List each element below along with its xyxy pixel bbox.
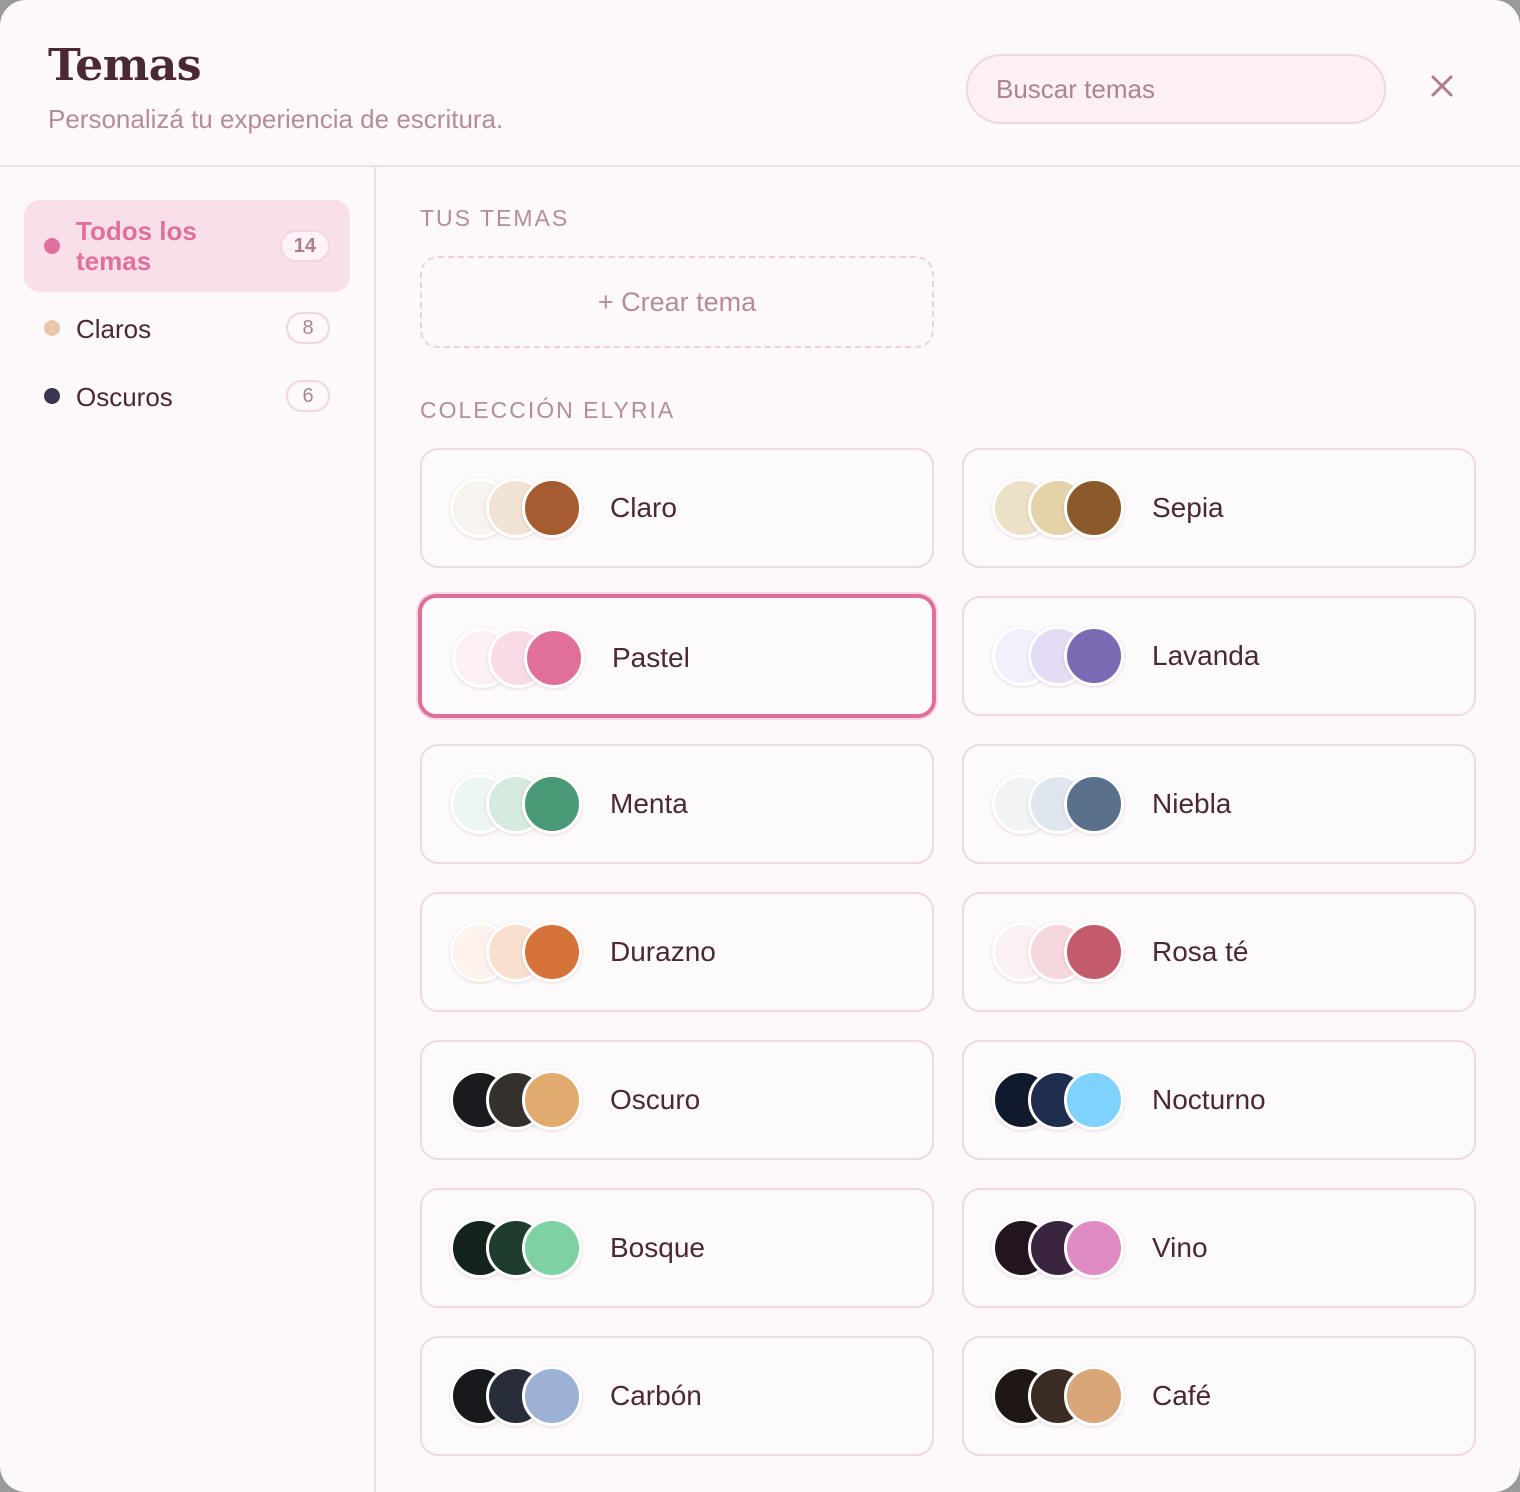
theme-name: Sepia: [1152, 492, 1224, 523]
swatch: [1064, 774, 1124, 834]
theme-name: Café: [1152, 1380, 1212, 1411]
color-swatches: [992, 922, 1132, 982]
swatch: [522, 1366, 582, 1426]
theme-name: Niebla: [1152, 788, 1232, 819]
swatch: [1064, 1070, 1124, 1130]
swatch: [1064, 626, 1124, 686]
close-icon: [1431, 75, 1453, 97]
color-swatches: [450, 1070, 590, 1130]
theme-name: Rosa té: [1152, 936, 1249, 967]
swatch: [522, 1218, 582, 1278]
theme-card[interactable]: Rosa té: [962, 892, 1476, 1012]
swatch: [1064, 1366, 1124, 1426]
page-subtitle: Personalizá tu experiencia de escritura.: [48, 104, 504, 134]
theme-name: Pastel: [612, 642, 690, 673]
theme-card[interactable]: Oscuro: [420, 1040, 934, 1160]
section-collection: COLECCIÓN ELYRIA: [420, 397, 676, 423]
theme-card[interactable]: Pastel: [418, 594, 936, 718]
theme-card[interactable]: Sepia: [962, 448, 1476, 568]
sidebar: Todos los temas 14 Claros 8 Oscuros 6: [0, 167, 376, 1492]
theme-card[interactable]: Claro: [420, 448, 934, 568]
color-swatches: [992, 1070, 1132, 1130]
theme-name: Claro: [610, 492, 677, 523]
theme-name: Durazno: [610, 936, 716, 967]
color-swatches: [992, 478, 1132, 538]
theme-card[interactable]: Café: [962, 1336, 1476, 1456]
count-badge: 14: [279, 230, 330, 262]
theme-name: Nocturno: [1152, 1084, 1266, 1115]
theme-name: Bosque: [610, 1232, 705, 1263]
theme-card[interactable]: Carbón: [420, 1336, 934, 1456]
search-input[interactable]: [966, 54, 1386, 124]
category-dot: [44, 238, 60, 254]
theme-card[interactable]: Nocturno: [962, 1040, 1476, 1160]
sidebar-item-light[interactable]: Claros 8: [24, 303, 350, 355]
close-button[interactable]: [1418, 62, 1466, 110]
color-swatches: [452, 628, 592, 688]
theme-name: Oscuro: [610, 1084, 701, 1115]
themes-modal: Temas Personalizá tu experiencia de escr…: [0, 0, 1520, 1492]
color-swatches: [450, 478, 590, 538]
sidebar-item-dark[interactable]: Oscuros 6: [24, 371, 350, 423]
section-your-themes: TUS TEMAS: [420, 205, 570, 231]
swatch: [522, 1070, 582, 1130]
theme-card[interactable]: Menta: [420, 744, 934, 864]
theme-card[interactable]: Niebla: [962, 744, 1476, 864]
swatch: [522, 922, 582, 982]
theme-card[interactable]: Vino: [962, 1188, 1476, 1308]
swatch: [522, 774, 582, 834]
theme-card[interactable]: Bosque: [420, 1188, 934, 1308]
color-swatches: [992, 1218, 1132, 1278]
page-title: Temas: [48, 40, 202, 91]
color-swatches: [450, 1218, 590, 1278]
color-swatches: [992, 626, 1132, 686]
swatch: [1064, 922, 1124, 982]
sidebar-item-all-themes[interactable]: Todos los temas 14: [24, 200, 350, 292]
sidebar-item-label: Claros: [76, 314, 152, 344]
count-badge: 6: [286, 380, 330, 412]
swatch: [524, 628, 584, 688]
swatch: [1064, 1218, 1124, 1278]
swatch: [522, 478, 582, 538]
theme-name: Carbón: [610, 1380, 702, 1411]
color-swatches: [992, 774, 1132, 834]
category-dot: [44, 388, 60, 404]
sidebar-item-label: Todos los temas: [76, 216, 197, 276]
theme-card[interactable]: Durazno: [420, 892, 934, 1012]
color-swatches: [992, 1366, 1132, 1426]
theme-name: Menta: [610, 788, 688, 819]
sidebar-item-label: Oscuros: [76, 382, 173, 412]
modal-header: Temas Personalizá tu experiencia de escr…: [0, 0, 1520, 167]
color-swatches: [450, 774, 590, 834]
theme-card[interactable]: Lavanda: [962, 596, 1476, 716]
category-dot: [44, 320, 60, 336]
count-badge: 8: [286, 312, 330, 344]
theme-name: Lavanda: [1152, 640, 1260, 671]
color-swatches: [450, 1366, 590, 1426]
color-swatches: [450, 922, 590, 982]
create-theme-button[interactable]: + Crear tema: [420, 256, 934, 348]
theme-name: Vino: [1152, 1232, 1208, 1263]
swatch: [1064, 478, 1124, 538]
